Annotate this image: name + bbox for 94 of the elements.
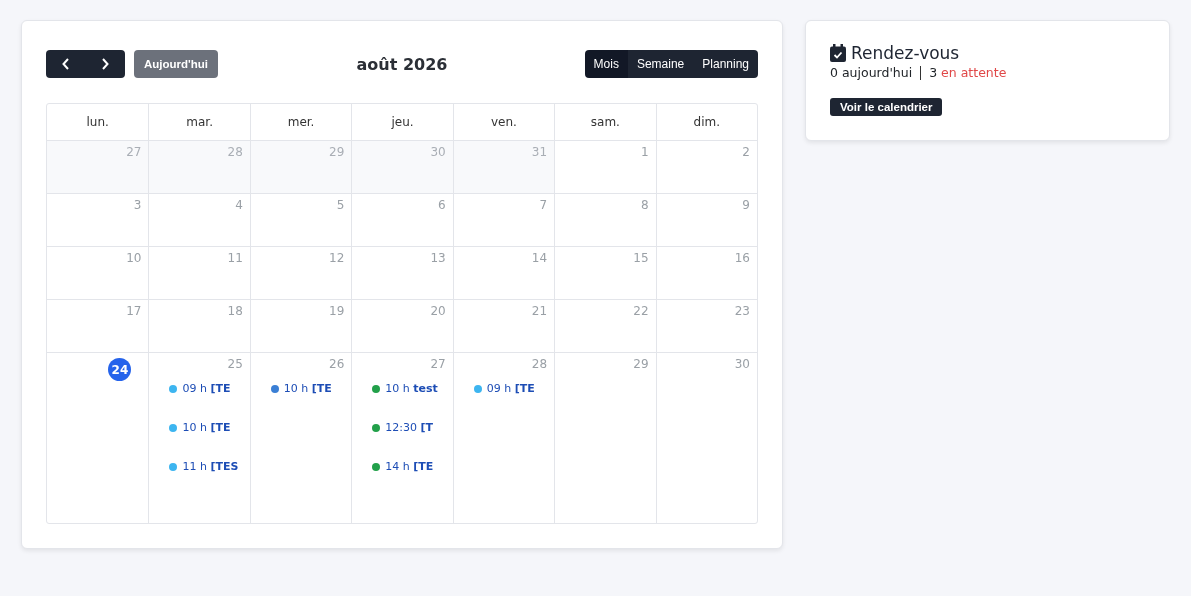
day-cell[interactable]: 29 [554,353,656,523]
day-number: 21 [531,304,548,318]
day-number: 22 [633,304,649,318]
day-cell[interactable]: 24 [47,353,149,523]
day-number: 26 [329,357,345,371]
day-cell[interactable]: 1 [554,141,656,194]
calendar-event[interactable]: 10 h test [372,382,453,395]
day-number: 29 [633,357,649,371]
day-cell[interactable]: 22 [554,300,656,353]
day-number: 12 [329,251,345,265]
day-number: 3 [133,198,142,212]
day-number: 17 [126,304,142,318]
day-number: 8 [640,198,649,212]
view-calendar-button[interactable]: Voir le calendrier [830,98,943,116]
day-cell[interactable]: 30 [655,353,757,523]
day-number: 29 [329,145,345,159]
day-cell[interactable]: 28 [148,141,250,194]
day-number: 28 [227,145,243,159]
day-cell[interactable]: 6 [351,194,453,247]
day-cell[interactable]: 28 09 h [TE [452,353,555,523]
day-number: 23 [734,304,750,318]
day-number: 4 [235,198,243,212]
view-tab[interactable]: Semaine [627,50,694,78]
chevron-right-icon [101,58,110,70]
day-number: 19 [329,304,345,318]
day-cell[interactable]: 16 [655,247,757,300]
day-number: 31 [531,145,548,159]
day-cell[interactable]: 8 [554,194,656,247]
day-cell[interactable]: 21 [452,300,555,353]
day-cell[interactable]: 25 09 h [TE 10 h [TE 11 h [TES [148,353,250,523]
day-cell[interactable]: 20 [351,300,453,353]
day-cell[interactable]: 19 [249,300,352,353]
view-tab[interactable]: Planning [693,50,758,78]
day-cell[interactable]: 10 [47,247,149,300]
day-number: 11 [227,251,243,265]
day-cell[interactable]: 27 10 h test 12:30 [T 14 h [TE [351,353,453,523]
day-number: 27 [430,357,446,371]
pending-count: 3 en attente [929,65,1007,80]
day-cell[interactable]: 31 [452,141,555,194]
card-title: Rendez-vous [851,43,960,63]
day-number: 9 [742,198,750,212]
day-number: 2 [742,145,750,159]
day-cell[interactable]: 7 [452,194,555,247]
chevron-left-icon [61,58,70,70]
day-cell[interactable]: 11 [148,247,250,300]
day-number: 18 [227,304,243,318]
day-number: 14 [531,251,548,265]
day-number: 6 [438,198,446,212]
month-title: août 2026 [356,54,448,74]
day-cell[interactable]: 14 [452,247,555,300]
day-number: 5 [336,198,345,212]
day-cell[interactable]: 30 [351,141,453,194]
calendar-check-icon [830,44,846,62]
day-cell[interactable]: 17 [47,300,149,353]
day-number: 25 [227,357,243,371]
day-number: 30 [734,357,750,371]
day-number: 10 [126,251,142,265]
day-number: 15 [633,251,649,265]
weekday-header: sam. [554,104,656,141]
today-count: 0 aujourd'hui [830,65,913,80]
day-number: 28 [531,357,548,371]
day-cell[interactable]: 23 [655,300,757,353]
day-cell[interactable]: 27 [47,141,149,194]
calendar-event[interactable]: 09 h [TE [473,382,555,395]
day-number: 30 [430,145,446,159]
day-number: 1 [640,145,649,159]
day-cell[interactable]: 3 [47,194,149,247]
day-cell[interactable]: 5 [249,194,352,247]
day-cell[interactable]: 4 [148,194,250,247]
day-cell[interactable]: 9 [655,194,757,247]
today-button[interactable]: Aujourd'hui [134,50,219,78]
day-number: 20 [430,304,446,318]
calendar-event[interactable]: 14 h [TE [372,460,453,473]
view-tab[interactable]: Mois [584,50,628,78]
calendar-event[interactable]: 10 h [TE [169,421,250,434]
day-number: 16 [734,251,750,265]
day-cell[interactable]: 29 [249,141,352,194]
calendar-event[interactable]: 11 h [TES [169,460,250,473]
day-number: 24 [108,358,132,381]
day-number: 27 [126,145,142,159]
calendar-event[interactable]: 12:30 [T [372,421,453,434]
day-number: 7 [539,198,548,212]
previous-button[interactable] [46,50,86,78]
day-cell[interactable]: 13 [351,247,453,300]
calendar-event[interactable]: 10 h [TE [270,382,352,395]
day-cell[interactable]: 12 [249,247,352,300]
day-number: 13 [430,251,446,265]
next-button[interactable] [85,50,125,78]
day-cell[interactable]: 18 [148,300,250,353]
day-cell[interactable]: 26 10 h [TE [249,353,352,523]
weekday-header: dim. [655,104,757,141]
day-cell[interactable]: 2 [655,141,757,194]
calendar-event[interactable]: 09 h [TE [169,382,250,395]
day-cell[interactable]: 15 [554,247,656,300]
